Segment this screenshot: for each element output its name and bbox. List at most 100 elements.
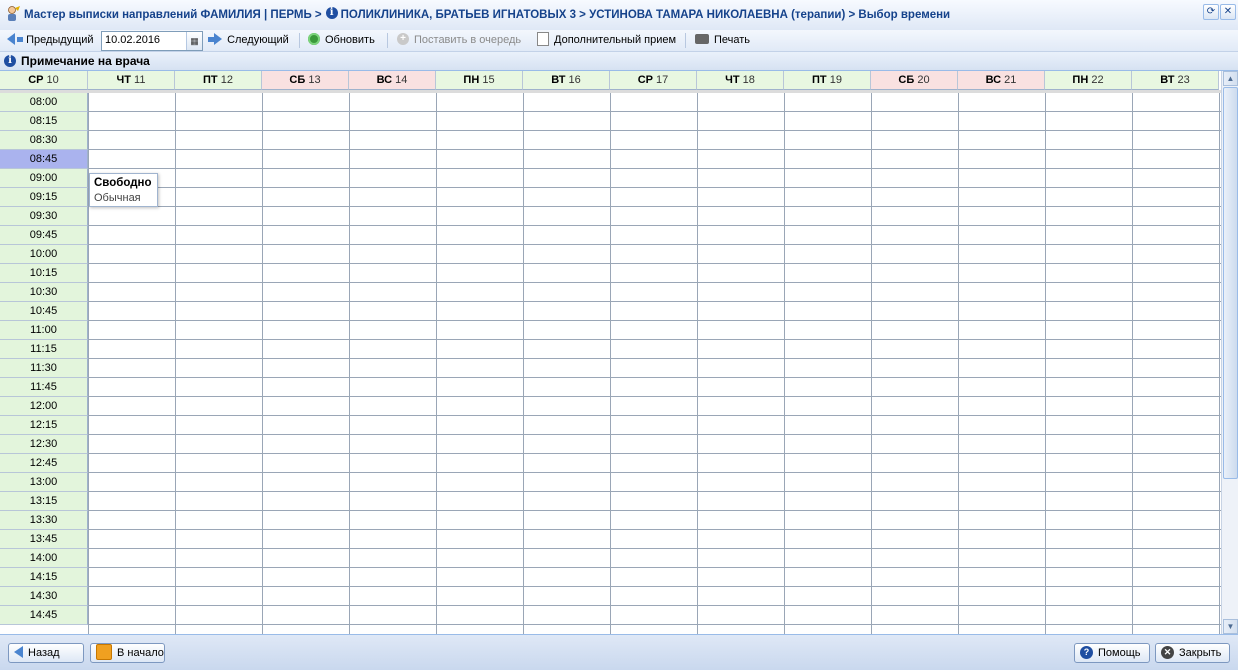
time-slot-label[interactable]: 08:00	[0, 93, 88, 112]
grid-row-line	[88, 434, 1221, 435]
grid-column-line	[523, 93, 524, 634]
info-icon[interactable]: i	[325, 7, 338, 19]
time-slot-label[interactable]: 13:00	[0, 473, 88, 492]
grid-column-line	[349, 93, 350, 634]
time-slot-label[interactable]: 09:30	[0, 207, 88, 226]
grid-column-line	[1132, 93, 1133, 634]
day-header: ВТ 23	[1132, 71, 1219, 90]
day-of-week: ЧТ	[725, 74, 740, 86]
time-slot-label[interactable]: 14:30	[0, 587, 88, 606]
time-slot-label[interactable]: 09:15	[0, 188, 88, 207]
day-header: ВС 14	[349, 71, 436, 90]
day-of-week: ПН	[463, 74, 480, 86]
time-slot-label[interactable]: 08:15	[0, 112, 88, 131]
close-window-icon[interactable]: ✕	[1220, 4, 1236, 20]
print-button[interactable]: Печать	[695, 32, 750, 49]
grid-column-line	[610, 93, 611, 634]
queue-button[interactable]: + Поставить в очередь	[397, 32, 521, 49]
next-button[interactable]: Следующий	[208, 32, 289, 49]
doctor-note-bar[interactable]: i Примечание на врача	[0, 52, 1238, 71]
help-button[interactable]: ? Помощь	[1074, 643, 1150, 663]
time-slot-label[interactable]: 11:45	[0, 378, 88, 397]
day-number: 10	[46, 74, 59, 86]
next-button-label: Следующий	[227, 34, 289, 46]
time-slot-label[interactable]: 11:00	[0, 321, 88, 340]
refresh-window-icon[interactable]: ⟳	[1203, 4, 1219, 20]
day-of-week: ЧТ	[116, 74, 131, 86]
time-slot-label[interactable]: 10:15	[0, 264, 88, 283]
day-of-week: ВС	[376, 74, 393, 86]
time-slot-label[interactable]: 09:45	[0, 226, 88, 245]
day-of-week: ВТ	[551, 74, 566, 86]
back-button-label: Назад	[28, 647, 60, 659]
time-slot-label[interactable]: 10:30	[0, 283, 88, 302]
grid-row-line	[88, 187, 1221, 188]
time-slot-label[interactable]: 08:45	[0, 150, 88, 169]
grid-row-line	[88, 339, 1221, 340]
extra-appointment-button[interactable]: Дополнительный прием	[537, 32, 676, 49]
grid-row-line	[88, 548, 1221, 549]
plus-icon: +	[397, 33, 409, 46]
time-slot-label[interactable]: 12:45	[0, 454, 88, 473]
vertical-scrollbar[interactable]: ▲ ▼	[1221, 71, 1238, 634]
window-title-bar: Мастер выписки направлений ФАМИЛИЯ | ПЕР…	[0, 0, 1238, 31]
close-button[interactable]: ✕ Закрыть	[1155, 643, 1230, 663]
day-of-week: ВТ	[1160, 74, 1175, 86]
back-button[interactable]: Назад	[8, 643, 84, 663]
time-slot-label[interactable]: 13:30	[0, 511, 88, 530]
schedule-body	[88, 93, 1221, 634]
day-number: 12	[220, 74, 233, 86]
refresh-button[interactable]: Обновить	[308, 32, 375, 49]
print-button-label: Печать	[714, 34, 751, 46]
scrollbar-thumb[interactable]	[1223, 87, 1238, 479]
day-header: СР 10	[0, 71, 88, 90]
footer-bar: Назад В начало ? Помощь ✕ Закрыть	[0, 634, 1238, 670]
grid-row-line	[88, 586, 1221, 587]
day-number: 15	[482, 74, 495, 86]
time-slot-label[interactable]: 10:00	[0, 245, 88, 264]
grid-column-line	[958, 93, 959, 634]
queue-button-label: Поставить в очередь	[414, 34, 522, 46]
time-slot-label[interactable]: 12:30	[0, 435, 88, 454]
tooltip-status: Свободно	[94, 177, 152, 189]
grid-row-line	[88, 206, 1221, 207]
arrow-right-icon	[214, 33, 222, 46]
time-slot-label[interactable]: 12:15	[0, 416, 88, 435]
time-slot-label[interactable]: 11:30	[0, 359, 88, 378]
time-slot-label[interactable]: 09:00	[0, 169, 88, 188]
time-slot-label[interactable]: 13:15	[0, 492, 88, 511]
home-button[interactable]: В начало	[90, 643, 165, 663]
day-of-week: СБ	[898, 74, 915, 86]
grid-column-line	[175, 93, 176, 634]
day-header: ВТ 16	[523, 71, 610, 90]
doctor-note-label: Примечание на врача	[21, 54, 150, 68]
grid-column-line	[871, 93, 872, 634]
time-slot-label[interactable]: 08:30	[0, 131, 88, 150]
scroll-down-icon[interactable]: ▼	[1223, 619, 1238, 634]
day-number: 16	[568, 74, 581, 86]
document-add-icon	[537, 32, 549, 47]
grid-row-line	[88, 377, 1221, 378]
time-slot-label[interactable]: 13:45	[0, 530, 88, 549]
prev-button[interactable]: Предыдущий	[7, 32, 94, 49]
toolbar-separator	[387, 33, 388, 48]
time-slot-label[interactable]: 14:45	[0, 606, 88, 625]
grid-row-line	[88, 605, 1221, 606]
arrow-left-icon	[7, 33, 15, 46]
time-slot-label[interactable]: 14:00	[0, 549, 88, 568]
calendar-icon[interactable]: ▦	[186, 32, 202, 50]
tooltip-type: Обычная	[94, 192, 141, 204]
day-header: ПН 15	[436, 71, 523, 90]
date-input[interactable]: 10.02.2016 ▦	[101, 31, 203, 51]
grid-column-line	[436, 93, 437, 634]
time-slot-label[interactable]: 12:00	[0, 397, 88, 416]
grid-column-line	[1045, 93, 1046, 634]
time-slot-label[interactable]: 10:45	[0, 302, 88, 321]
day-number: 18	[742, 74, 755, 86]
day-header: ПН 22	[1045, 71, 1132, 90]
time-slot-label[interactable]: 14:15	[0, 568, 88, 587]
day-header: ЧТ 18	[697, 71, 784, 90]
scroll-up-icon[interactable]: ▲	[1223, 71, 1238, 86]
time-slot-label[interactable]: 11:15	[0, 340, 88, 359]
wizard-user-icon	[8, 6, 20, 21]
